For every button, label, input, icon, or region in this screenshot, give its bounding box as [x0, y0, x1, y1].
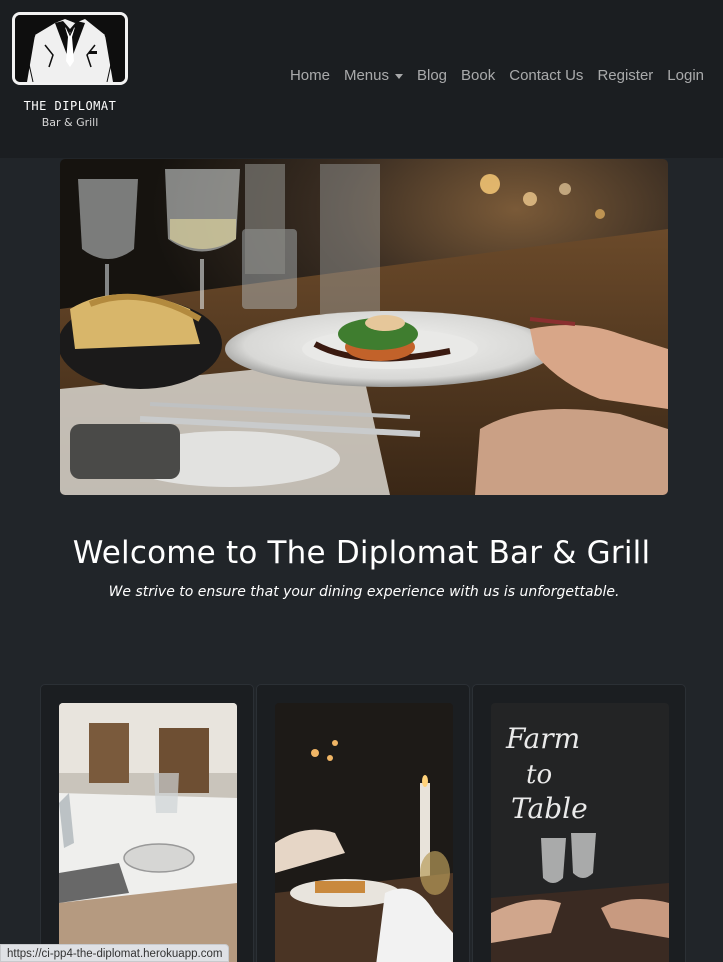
- nav-home[interactable]: Home: [283, 66, 337, 86]
- nav-book[interactable]: Book: [454, 66, 502, 86]
- nav-contact[interactable]: Contact Us: [502, 66, 590, 86]
- nav-menus-dropdown[interactable]: Menus: [337, 66, 410, 86]
- nav-login[interactable]: Login: [660, 66, 711, 86]
- nav-blog[interactable]: Blog: [410, 66, 454, 86]
- svg-text:Farm: Farm: [505, 722, 580, 755]
- caret-down-icon: [395, 74, 403, 79]
- gallery-card: [256, 684, 470, 962]
- gallery-card: Farm to Table: [472, 684, 686, 962]
- restaurant-interior-image: [59, 703, 237, 962]
- brand-link[interactable]: THE DIPLOMAT Bar & Grill: [10, 12, 130, 129]
- navbar: THE DIPLOMAT Bar & Grill Home Menus Blog…: [0, 0, 723, 158]
- brand-subtitle: Bar & Grill: [41, 116, 99, 129]
- svg-text:to: to: [526, 760, 552, 790]
- status-bar-url: https://ci-pp4-the-diplomat.herokuapp.co…: [0, 944, 230, 962]
- gallery-card: [40, 684, 254, 962]
- candlelit-dinner-image: [275, 703, 453, 962]
- nav-menus-label: Menus: [343, 67, 389, 84]
- brand-name: THE DIPLOMAT: [23, 99, 117, 113]
- welcome-tagline: We strive to ensure that your dining exp…: [108, 584, 620, 600]
- svg-text:Table: Table: [511, 792, 588, 825]
- hero-dining-table-image: [60, 159, 668, 495]
- main-nav: Home Menus Blog Book Contact Us Register…: [283, 66, 711, 86]
- neon-sign-toast-image: Farm to Table: [491, 703, 669, 962]
- nav-register[interactable]: Register: [590, 66, 660, 86]
- suit-logo-icon: [12, 12, 128, 85]
- welcome-heading: Welcome to The Diplomat Bar & Grill: [72, 535, 651, 571]
